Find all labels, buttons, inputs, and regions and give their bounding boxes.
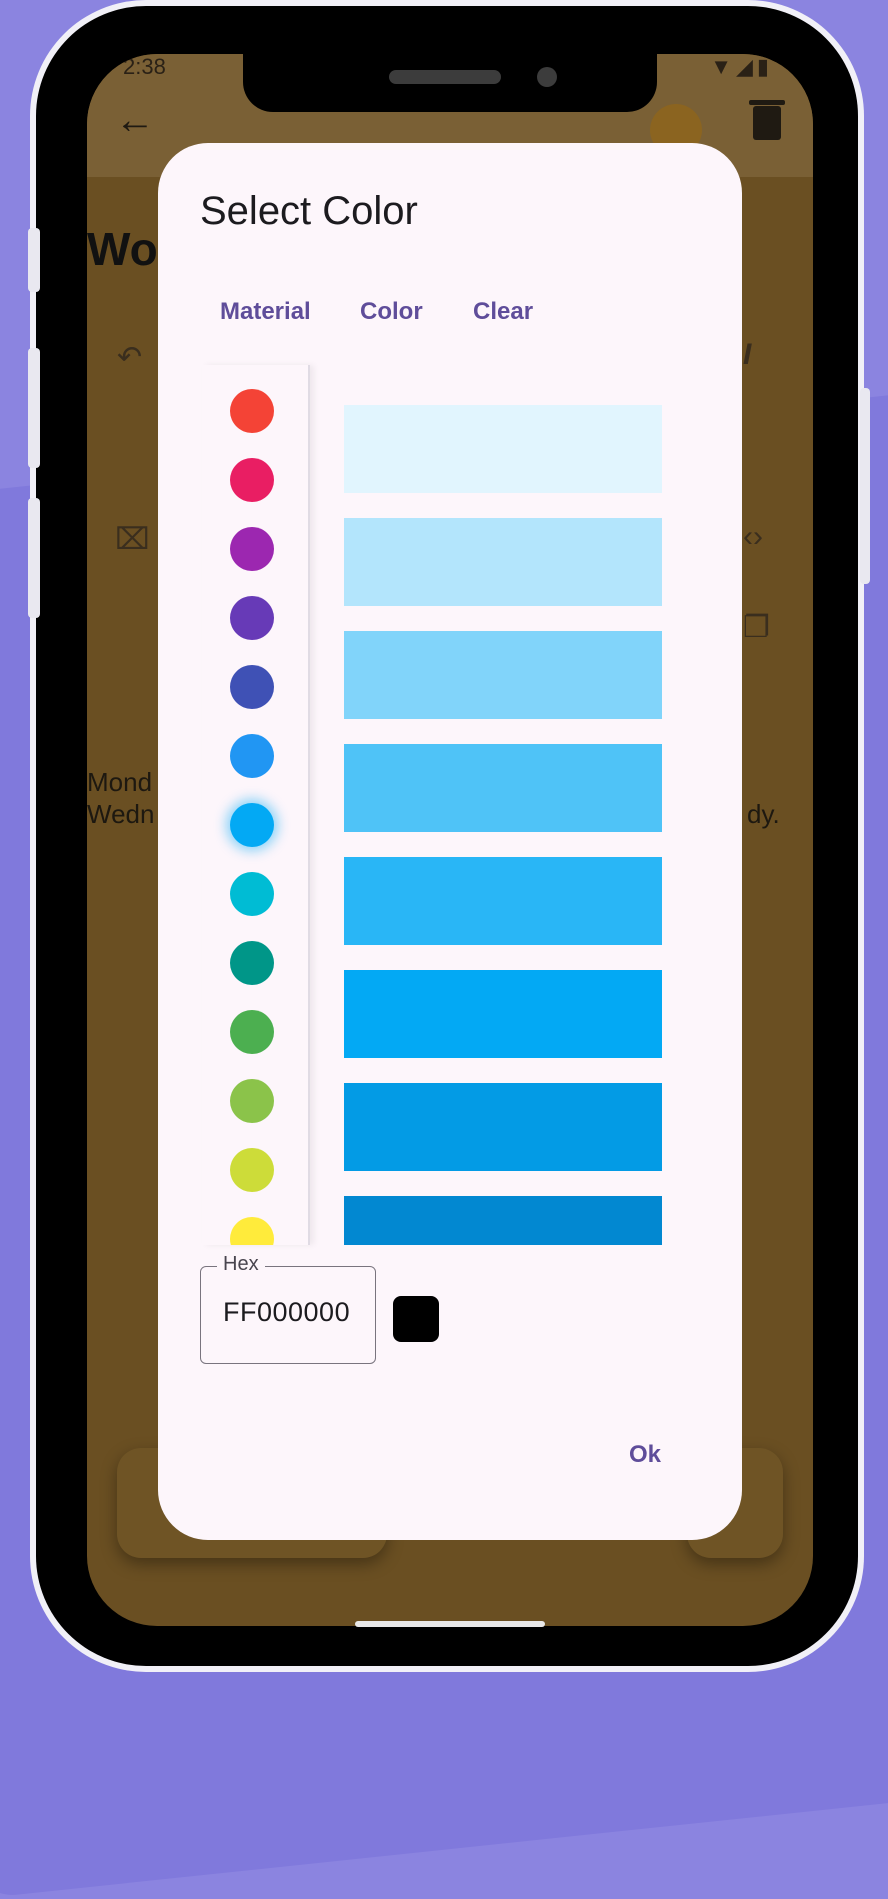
status-icons: ▼◢▮ (710, 54, 773, 79)
dialog-title: Select Color (200, 189, 418, 233)
tab-color[interactable]: Color (360, 298, 423, 326)
tab-clear[interactable]: Clear (473, 298, 533, 326)
clear-format-icon[interactable]: ⌧ (115, 522, 150, 557)
ok-button[interactable]: Ok (629, 1441, 661, 1469)
shade-tile[interactable] (344, 970, 662, 1058)
color-picker-dialog: Select Color Material Color Clear Hex FF… (158, 143, 742, 1540)
swatch[interactable] (230, 1148, 274, 1192)
note-title[interactable]: Wo (87, 222, 158, 276)
front-camera (537, 67, 557, 87)
side-button-mute (28, 228, 40, 292)
hex-input-field[interactable]: Hex FF000000 (200, 1253, 376, 1364)
note-line-1: Mond (87, 767, 153, 797)
swatch[interactable] (230, 734, 274, 778)
color-preview (393, 1296, 439, 1342)
shade-tile[interactable] (344, 857, 662, 945)
swatch-selected[interactable] (230, 803, 274, 847)
shade-tile[interactable] (344, 1083, 662, 1171)
swatch[interactable] (230, 941, 274, 985)
swatch[interactable] (230, 596, 274, 640)
hex-label: Hex (217, 1253, 265, 1276)
shade-list[interactable] (344, 365, 662, 1245)
shade-tile[interactable] (344, 518, 662, 606)
status-time: 2:38 (123, 54, 166, 79)
swatch[interactable] (230, 1217, 274, 1245)
swatch[interactable] (230, 527, 274, 571)
copy-icon[interactable]: ❐ (743, 610, 770, 645)
arrow-left-icon[interactable]: ← (115, 98, 155, 143)
shade-tile[interactable] (344, 744, 662, 832)
swatch[interactable] (230, 458, 274, 502)
note-body[interactable]: Mond Wedn (87, 766, 154, 830)
swatch[interactable] (230, 389, 274, 433)
hex-value: FF000000 (223, 1297, 351, 1327)
note-line-2-end: dy. (747, 799, 780, 829)
swatch[interactable] (230, 872, 274, 916)
side-button-volume-up (28, 348, 40, 468)
swatch[interactable] (230, 665, 274, 709)
trash-icon[interactable] (749, 100, 785, 140)
undo-icon[interactable]: ↶ (117, 340, 142, 375)
speaker (389, 70, 501, 84)
shade-tile[interactable] (344, 631, 662, 719)
swatch[interactable] (230, 1010, 274, 1054)
italic-icon[interactable]: I (743, 338, 751, 372)
side-button-volume-down (28, 498, 40, 618)
tab-material[interactable]: Material (220, 298, 311, 326)
side-button-power (860, 388, 870, 584)
code-icon[interactable]: ‹› (743, 520, 763, 554)
swatch[interactable] (230, 1079, 274, 1123)
shade-tile[interactable] (344, 1196, 662, 1245)
home-indicator[interactable] (355, 1621, 545, 1627)
primary-swatch-list[interactable] (202, 365, 310, 1245)
note-line-2: Wedn (87, 799, 155, 829)
shade-tile[interactable] (344, 405, 662, 493)
